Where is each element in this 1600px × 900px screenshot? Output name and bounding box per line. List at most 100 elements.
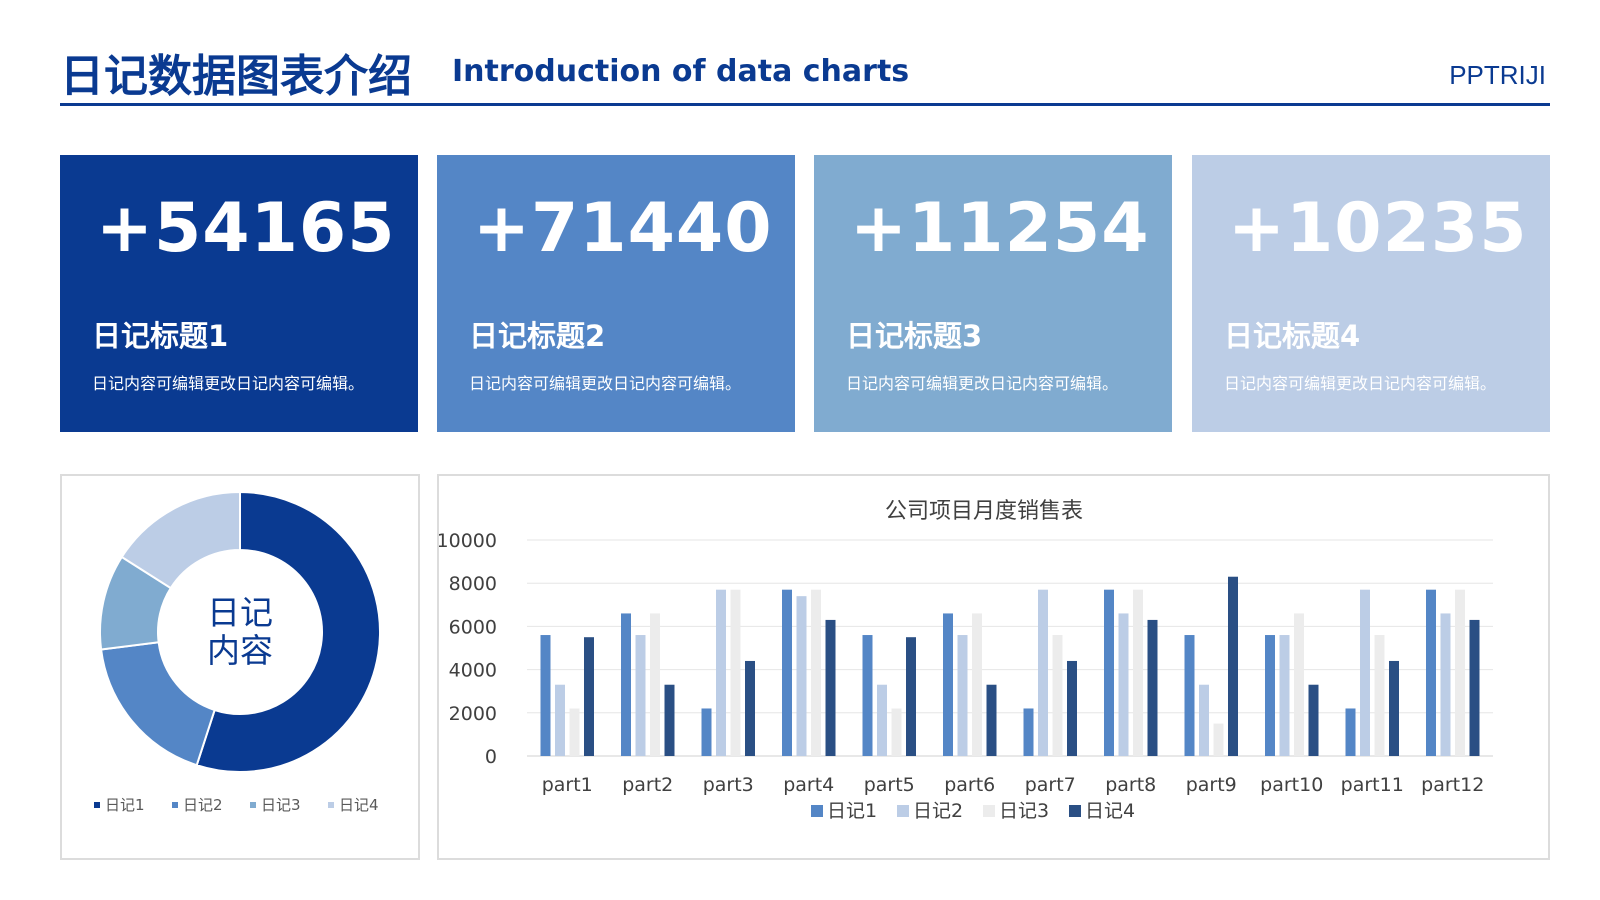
bar-part6-日记3 bbox=[972, 613, 982, 756]
legend-swatch bbox=[250, 802, 256, 808]
x-tick-label: part11 bbox=[1341, 774, 1404, 796]
x-tick-label: part6 bbox=[944, 774, 995, 796]
x-tick-label: part7 bbox=[1025, 774, 1076, 796]
y-tick-label: 2000 bbox=[449, 703, 497, 725]
stat-value: +10235 bbox=[1228, 189, 1528, 268]
bar-part11-日记3 bbox=[1374, 635, 1385, 756]
legend-swatch bbox=[983, 805, 995, 817]
stat-card-2: +71440 日记标题2 日记内容可编辑更改日记内容可编辑。 bbox=[437, 155, 795, 432]
bar-legend: 日记1 日记2 日记3 日记4 bbox=[811, 800, 1135, 822]
donut-slice-2 bbox=[99, 641, 216, 767]
stat-title: 日记标题3 bbox=[846, 319, 983, 353]
bar-part6-日记1 bbox=[943, 613, 953, 756]
bar-part10-日记2 bbox=[1279, 635, 1290, 756]
bar-part2-日记2 bbox=[635, 635, 646, 756]
legend-swatch bbox=[811, 805, 823, 817]
stat-card-4: +10235 日记标题4 日记内容可编辑更改日记内容可编辑。 bbox=[1192, 155, 1550, 432]
legend-label: 日记3 bbox=[999, 800, 1049, 822]
chart-title: 公司项目月度销售表 bbox=[885, 499, 1083, 524]
x-tick-label: part8 bbox=[1105, 774, 1156, 796]
bar-part1-日记3 bbox=[569, 708, 580, 756]
bar-part10-日记1 bbox=[1265, 635, 1275, 756]
stat-value: +71440 bbox=[473, 189, 773, 268]
bar-part4-日记2 bbox=[796, 596, 807, 756]
bar-part12-日记1 bbox=[1426, 589, 1436, 756]
y-tick-label: 8000 bbox=[449, 573, 497, 595]
stat-title: 日记标题1 bbox=[92, 319, 229, 353]
stat-cards: +54165 日记标题1 日记内容可编辑更改日记内容可编辑。 +71440 日记… bbox=[60, 155, 1550, 432]
bar-part3-日记4 bbox=[745, 660, 755, 756]
bar-part4-日记1 bbox=[782, 589, 792, 756]
x-tick-label: part3 bbox=[703, 774, 754, 796]
brand-label: PPTRIJI bbox=[1449, 60, 1546, 90]
stat-description: 日记内容可编辑更改日记内容可编辑。 bbox=[92, 374, 365, 393]
y-tick-label: 10000 bbox=[439, 530, 497, 552]
bar-part6-日记2 bbox=[957, 635, 968, 756]
legend-label: 日记2 bbox=[913, 800, 963, 822]
bar-part8-日记2 bbox=[1118, 613, 1129, 756]
x-tick-label: part1 bbox=[542, 774, 593, 796]
stat-card-3: +11254 日记标题3 日记内容可编辑更改日记内容可编辑。 bbox=[814, 155, 1172, 432]
bar-part1-日记4 bbox=[584, 637, 594, 756]
bar-part11-日记2 bbox=[1360, 589, 1370, 756]
x-tick-label: part12 bbox=[1421, 774, 1484, 796]
bar-part10-日记4 bbox=[1308, 684, 1319, 756]
bar-part9-日记2 bbox=[1199, 684, 1209, 756]
stat-value: +54165 bbox=[96, 189, 396, 268]
legend-swatch bbox=[94, 802, 100, 808]
bar-part5-日记1 bbox=[862, 635, 873, 756]
page-title: 日记数据图表介绍 bbox=[60, 51, 412, 102]
legend-swatch bbox=[1069, 805, 1081, 817]
bar-part1-日记1 bbox=[540, 635, 551, 756]
bar-part5-日记4 bbox=[906, 637, 916, 756]
donut-chart-panel: 日记 内容 日记1 日记2 日记3 日记4 bbox=[60, 474, 420, 860]
bar-part7-日记1 bbox=[1023, 708, 1034, 756]
bar-part2-日记4 bbox=[664, 684, 675, 756]
y-tick-label: 6000 bbox=[449, 616, 497, 638]
bar-part3-日记2 bbox=[716, 589, 726, 756]
legend-label: 日记4 bbox=[1085, 800, 1135, 822]
donut-center-label-line1: 日记 bbox=[207, 593, 273, 632]
bar-part6-日记4 bbox=[986, 684, 997, 756]
bar-chart-panel: 公司项目月度销售表 0 2000 4000 6000 8000 10000 part1 pa… bbox=[437, 474, 1550, 860]
y-tick-label: 0 bbox=[485, 746, 497, 768]
bar-part1-日记2 bbox=[555, 684, 565, 756]
bar-part5-日记2 bbox=[877, 684, 887, 756]
bar-part5-日记3 bbox=[891, 708, 902, 756]
legend-swatch bbox=[328, 802, 334, 808]
stat-description: 日记内容可编辑更改日记内容可编辑。 bbox=[1224, 374, 1497, 393]
bar-part9-日记1 bbox=[1184, 635, 1195, 756]
x-tick-label: part5 bbox=[864, 774, 915, 796]
legend-label: 日记4 bbox=[339, 796, 379, 814]
stat-card-1: +54165 日记标题1 日记内容可编辑更改日记内容可编辑。 bbox=[60, 155, 418, 432]
bar-part7-日记2 bbox=[1038, 589, 1048, 756]
bar-part11-日记1 bbox=[1345, 708, 1356, 756]
bar-part3-日记3 bbox=[730, 589, 741, 756]
bar-part8-日记4 bbox=[1147, 619, 1158, 756]
legend-label: 日记2 bbox=[183, 796, 223, 814]
bar-part8-日记1 bbox=[1104, 589, 1114, 756]
x-tick-label: part9 bbox=[1186, 774, 1237, 796]
bar-part3-日记1 bbox=[701, 708, 712, 756]
y-tick-label: 4000 bbox=[449, 660, 497, 682]
stat-title: 日记标题4 bbox=[1224, 319, 1361, 353]
page-header: 日记数据图表介绍 Introduction of data charts PPT… bbox=[60, 38, 1550, 106]
bar-part4-日记4 bbox=[825, 619, 836, 756]
bar-part7-日记4 bbox=[1067, 660, 1077, 756]
bar-part10-日记3 bbox=[1294, 613, 1304, 756]
bar-part12-日记2 bbox=[1440, 613, 1451, 756]
legend-swatch bbox=[897, 805, 909, 817]
bar-part8-日记3 bbox=[1133, 589, 1143, 756]
bar-part7-日记3 bbox=[1052, 635, 1063, 756]
stat-title: 日记标题2 bbox=[469, 319, 606, 353]
stat-description: 日记内容可编辑更改日记内容可编辑。 bbox=[469, 374, 742, 393]
x-tick-label: part4 bbox=[783, 774, 834, 796]
bar-part9-日记3 bbox=[1213, 723, 1224, 756]
donut-chart: 日记 内容 日记1 日记2 日记3 日记4 bbox=[94, 490, 381, 814]
x-tick-label: part2 bbox=[622, 774, 673, 796]
legend-label: 日记1 bbox=[105, 796, 145, 814]
page-subtitle: Introduction of data charts bbox=[452, 54, 910, 89]
bar-part2-日记3 bbox=[650, 613, 660, 756]
donut-center-label-line2: 内容 bbox=[207, 631, 273, 670]
legend-swatch bbox=[172, 802, 178, 808]
